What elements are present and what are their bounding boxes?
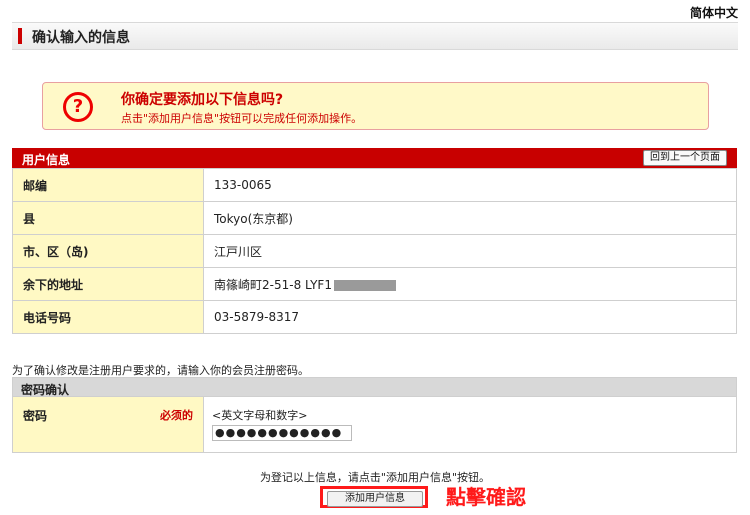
prefecture-value: Tokyo(东京都)	[203, 201, 737, 235]
postal-code-label: 邮编	[12, 168, 204, 202]
confirm-alert: ? 你确定要添加以下信息吗? 点击"添加用户信息"按钮可以完成任何添加操作。	[42, 82, 709, 130]
user-info-panel: 用户信息 回到上一个页面 邮编 133-0065 县 Tokyo(东京都) 市、…	[12, 148, 737, 334]
alert-heading: 你确定要添加以下信息吗?	[121, 92, 284, 108]
submit-highlight: 添加用户信息	[320, 486, 428, 508]
city-value: 江戸川区	[203, 234, 737, 268]
password-note: 为了确认修改是注册用户要求的，请输入你的会员注册密码。	[12, 364, 309, 377]
password-header: 密码确认	[12, 377, 737, 397]
user-info-title: 用户信息	[22, 153, 71, 167]
password-panel: 密码确认 密码 必须的 <英文字母和数字> ●●●●●●●●●●●●	[12, 377, 737, 453]
password-hint: <英文字母和数字>	[212, 409, 308, 422]
table-row: 邮编 133-0065	[12, 168, 737, 202]
address-cell: 南篠崎町2-51-8 LYF1	[203, 267, 737, 301]
phone-value: 03-5879-8317	[203, 300, 737, 334]
table-row: 电话号码 03-5879-8317	[12, 300, 737, 334]
submit-instruction: 为登记以上信息，请点击"添加用户信息"按钮。	[259, 471, 491, 484]
phone-label: 电话号码	[12, 300, 204, 334]
user-info-header: 用户信息 回到上一个页面	[12, 148, 737, 168]
click-confirm-annotation: 點擊確認	[446, 485, 526, 509]
required-badge: 必须的	[160, 409, 193, 422]
password-title: 密码确认	[21, 383, 70, 397]
alert-subtext: 点击"添加用户信息"按钮可以完成任何添加操作。	[121, 112, 363, 125]
page-title: 确认输入的信息	[32, 30, 130, 46]
title-marker	[18, 28, 22, 44]
prefecture-label: 县	[12, 201, 204, 235]
table-row: 县 Tokyo(东京都)	[12, 201, 737, 235]
password-label-cell: 密码 必须的	[13, 397, 204, 452]
address-label: 余下的地址	[12, 267, 204, 301]
city-label: 市、区（岛)	[12, 234, 204, 268]
address-value: 南篠崎町2-51-8 LYF1	[214, 277, 332, 292]
add-user-info-button[interactable]: 添加用户信息	[327, 491, 423, 507]
question-icon: ?	[63, 92, 93, 122]
table-row: 余下的地址 南篠崎町2-51-8 LYF1	[12, 267, 737, 301]
page-title-bar: 确认输入的信息	[12, 22, 738, 50]
redacted-block	[333, 279, 396, 291]
password-row: 密码 必须的 <英文字母和数字> ●●●●●●●●●●●●	[12, 397, 737, 453]
table-row: 市、区（岛) 江戸川区	[12, 234, 737, 268]
user-info-table: 邮编 133-0065 县 Tokyo(东京都) 市、区（岛) 江戸川区 余下的…	[12, 168, 737, 334]
back-button[interactable]: 回到上一个页面	[643, 150, 727, 166]
password-input[interactable]: ●●●●●●●●●●●●	[212, 425, 352, 441]
language-selector[interactable]: 简体中文	[690, 4, 738, 21]
password-label: 密码	[23, 409, 48, 423]
postal-code-value: 133-0065	[203, 168, 737, 202]
